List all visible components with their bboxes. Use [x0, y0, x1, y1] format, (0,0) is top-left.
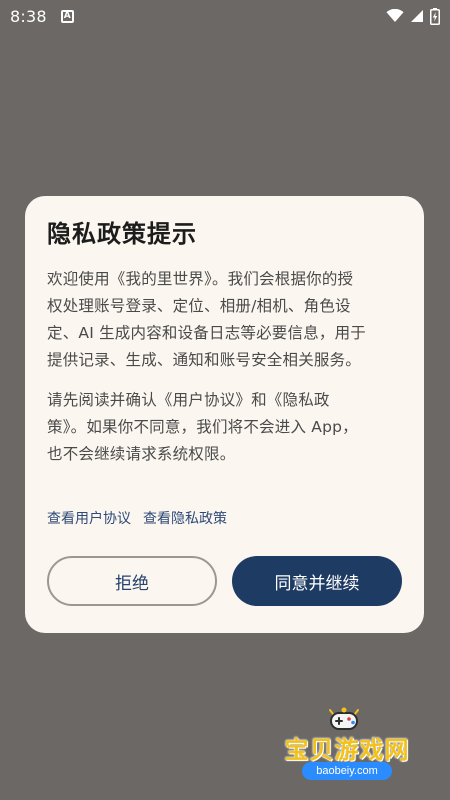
privacy-dialog: 隐私政策提示 欢迎使用《我的里世界》。我们会根据你的授 权处理账号登录、定位、相…: [25, 196, 424, 633]
user-agreement-link[interactable]: 查看用户协议: [47, 508, 131, 528]
privacy-description-line: 欢迎使用《我的里世界》。我们会根据你的授: [47, 270, 354, 288]
policy-links: 查看用户协议 查看隐私政策: [47, 508, 402, 528]
status-bar: 8:38 A: [0, 0, 450, 32]
dialog-title: 隐私政策提示: [47, 220, 197, 248]
consent-instruction-line: 策》。如果你不同意，我们将不会进入 App，: [47, 418, 358, 436]
notification-a-icon: A: [60, 9, 74, 23]
screen: 8:38 A 隐私政策提示 欢迎使用《我的里世界》。我们会根据你的授 权处理账号…: [0, 0, 450, 800]
watermark-domain: baobeiy.com: [302, 762, 392, 780]
wifi-icon: [386, 9, 404, 22]
site-watermark: 宝贝游戏网 baobeiy.com: [272, 704, 422, 784]
accept-continue-button[interactable]: 同意并继续: [232, 556, 402, 606]
signal-icon: [411, 10, 423, 22]
battery-icon: [430, 7, 440, 25]
consent-instruction-line: 请先阅读并确认《用户协议》和《隐私政: [47, 391, 330, 409]
privacy-description-line: 权处理账号登录、定位、相册/相机、角色设: [47, 297, 351, 315]
privacy-description-line: 定、AI 生成内容和设备日志等必要信息，用于: [47, 324, 367, 342]
privacy-policy-link[interactable]: 查看隐私政策: [143, 508, 227, 528]
dialog-actions: 拒绝 同意并继续: [47, 556, 402, 606]
consent-instruction-line: 也不会继续请求系统权限。: [47, 445, 236, 463]
status-right: [386, 7, 440, 25]
consent-instruction: 请先阅读并确认《用户协议》和《隐私政 策》。如果你不同意，我们将不会进入 App…: [47, 387, 402, 468]
reject-button[interactable]: 拒绝: [47, 556, 217, 606]
privacy-description: 欢迎使用《我的里世界》。我们会根据你的授 权处理账号登录、定位、相册/相机、角色…: [47, 266, 402, 374]
status-left: 8:38 A: [10, 7, 74, 26]
game-controller-icon: [329, 707, 359, 730]
privacy-description-line: 提供记录、生成、通知和账号安全相关服务。: [47, 351, 362, 369]
status-time: 8:38: [10, 6, 47, 26]
watermark-name: 宝贝游戏网: [284, 736, 410, 764]
